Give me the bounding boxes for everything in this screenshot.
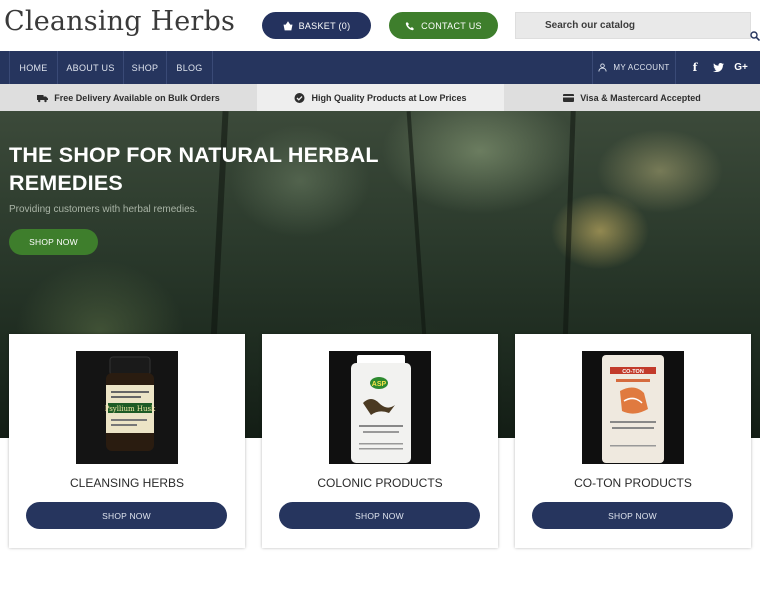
basket-button[interactable]: BASKET (0)	[262, 12, 371, 39]
my-account-label: MY ACCOUNT	[613, 63, 670, 72]
info-free-delivery: Free Delivery Available on Bulk Orders	[0, 84, 257, 111]
shop-now-button-cleansing-herbs[interactable]: SHOP NOW	[26, 502, 227, 529]
credit-card-icon	[563, 93, 575, 102]
basket-icon	[283, 20, 293, 30]
site-header: Cleansing Herbs BASKET (0) CONTACT US	[0, 0, 760, 51]
info-free-delivery-label: Free Delivery Available on Bulk Orders	[54, 92, 220, 103]
contact-label: CONTACT US	[421, 20, 482, 31]
hero-title: THE SHOP FOR NATURAL HERBAL REMEDIES	[9, 143, 379, 195]
user-icon	[598, 63, 607, 72]
product-image-asp[interactable]: ASP	[329, 351, 431, 464]
site-logo[interactable]: Cleansing Herbs	[4, 6, 235, 37]
hero-subtitle: Providing customers with herbal remedies…	[9, 204, 198, 215]
nav-item-home[interactable]: HOME	[9, 51, 57, 84]
product-card-cleansing-herbs: Psyllium Husk CLEANSING HERBS SHOP NOW	[9, 334, 245, 548]
info-bar: Free Delivery Available on Bulk Orders H…	[0, 84, 760, 111]
shop-now-button-colonic-products[interactable]: SHOP NOW	[279, 502, 480, 529]
product-card-colonic-products: ASP COLONIC PRODUCTS SHOP NOW	[262, 334, 498, 548]
info-payment-label: Visa & Mastercard Accepted	[580, 92, 701, 103]
product-card-co-ton-products: CO-TON CO-TON PRODUCTS SHOP NOW	[515, 334, 751, 548]
hero-shop-now-button[interactable]: SHOP NOW	[9, 229, 98, 255]
search-input[interactable]	[516, 13, 750, 38]
product-image-label: Psyllium Husk	[105, 405, 156, 413]
shop-now-button-co-ton-products[interactable]: SHOP NOW	[532, 502, 733, 529]
basket-label: BASKET (0)	[298, 20, 351, 31]
info-high-quality: High Quality Products at Low Prices	[257, 84, 504, 111]
info-payment: Visa & Mastercard Accepted	[504, 84, 760, 111]
nav-item-about-us[interactable]: ABOUT US	[57, 51, 123, 84]
product-title: COLONIC PRODUCTS	[317, 476, 443, 490]
twitter-icon[interactable]	[707, 51, 729, 84]
nav-item-shop[interactable]: SHOP	[123, 51, 166, 84]
my-account-link[interactable]: MY ACCOUNT	[592, 51, 676, 84]
contact-button[interactable]: CONTACT US	[389, 12, 498, 39]
search-icon[interactable]	[750, 31, 760, 41]
product-image-label: CO-TON	[622, 369, 644, 375]
product-title: CLEANSING HERBS	[69, 476, 185, 490]
phone-icon	[405, 21, 415, 30]
nav-item-blog[interactable]: BLOG	[166, 51, 213, 84]
main-nav: HOME ABOUT US SHOP BLOG MY ACCOUNT f G+	[0, 51, 760, 84]
product-image-psyllium-husk[interactable]: Psyllium Husk	[76, 351, 178, 464]
thumbs-up-icon	[294, 92, 305, 103]
facebook-icon[interactable]: f	[684, 51, 706, 84]
product-image-label: ASP	[372, 381, 387, 388]
truck-icon	[37, 94, 49, 102]
search-box	[515, 12, 751, 39]
info-high-quality-label: High Quality Products at Low Prices	[311, 92, 467, 103]
product-image-co-ton[interactable]: CO-TON	[582, 351, 684, 464]
product-title: CO-TON PRODUCTS	[574, 476, 692, 490]
google-plus-icon[interactable]: G+	[730, 51, 752, 84]
